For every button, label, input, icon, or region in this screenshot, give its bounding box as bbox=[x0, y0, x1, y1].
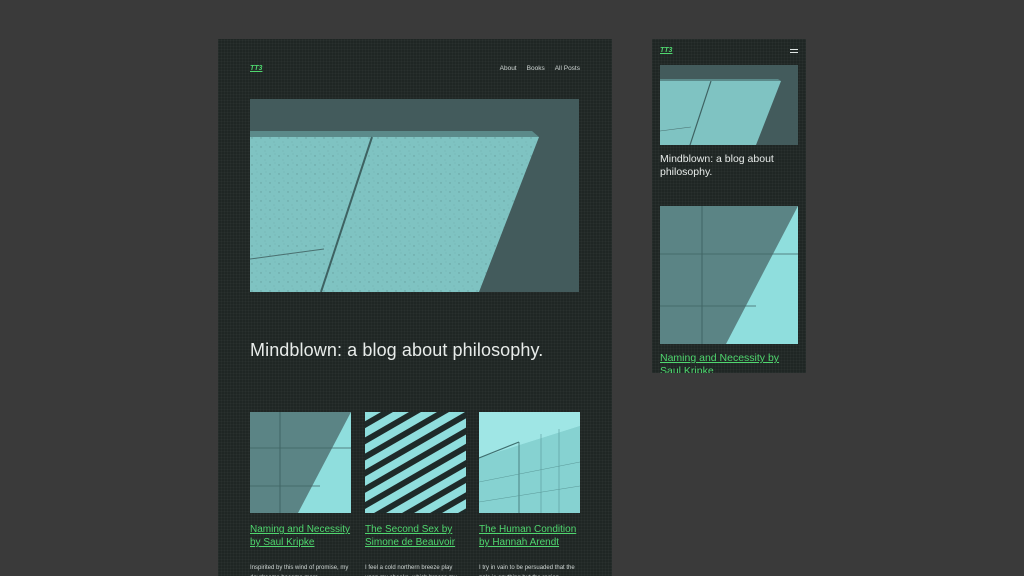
nav-item-all-posts[interactable]: All Posts bbox=[555, 65, 580, 72]
canvas: TT3 About Books All Posts Mindblown: a b… bbox=[0, 0, 1024, 576]
post-excerpt: Inspirited by this wind of promise, my d… bbox=[250, 565, 349, 576]
post-thumbnail[interactable] bbox=[660, 206, 798, 344]
post-card: The Human Condition by Hannah Arendt I t… bbox=[479, 412, 580, 576]
desktop-preview: TT3 About Books All Posts Mindblown: a b… bbox=[218, 39, 612, 576]
post-card: The Second Sex by Simone de Beauvoir I f… bbox=[365, 412, 466, 576]
hamburger-icon[interactable] bbox=[790, 49, 798, 54]
hero-architecture-image bbox=[250, 99, 579, 292]
nav-item-about[interactable]: About bbox=[500, 65, 517, 72]
site-tagline: Mindblown: a blog about philosophy. bbox=[250, 340, 544, 360]
post-thumbnail[interactable] bbox=[479, 412, 580, 513]
post-thumbnail[interactable] bbox=[250, 412, 351, 513]
hero-architecture-image bbox=[660, 65, 798, 145]
post-image-diagonal-wall bbox=[660, 206, 798, 344]
site-tagline: Mindblown: a blog about philosophy. bbox=[660, 153, 774, 178]
hero-image bbox=[250, 99, 579, 292]
nav-item-books[interactable]: Books bbox=[527, 65, 545, 72]
post-image-diagonal-wall bbox=[250, 412, 351, 513]
post-excerpt: I feel a cold northern breeze play upon … bbox=[365, 565, 457, 576]
post-title-link[interactable]: The Human Condition by Hannah Arendt bbox=[479, 523, 580, 549]
post-excerpt: I try in vain to be persuaded that the p… bbox=[479, 565, 575, 576]
post-card: Naming and Necessity by Saul Kripke Insp… bbox=[250, 412, 351, 576]
post-title-link[interactable]: Naming and Necessity by Saul Kripke bbox=[250, 523, 351, 549]
post-title-link[interactable]: Naming and Necessity by Saul Kripke bbox=[660, 352, 800, 373]
post-image-striped-facade bbox=[365, 412, 466, 513]
site-logo[interactable]: TT3 bbox=[660, 47, 672, 54]
post-thumbnail[interactable] bbox=[365, 412, 466, 513]
post-image-glass-building bbox=[479, 412, 580, 513]
main-navigation: About Books All Posts bbox=[500, 65, 580, 72]
hero-image bbox=[660, 65, 798, 145]
mobile-preview: TT3 Mindblown: a blog about philosophy. bbox=[652, 39, 806, 373]
post-title-link[interactable]: The Second Sex by Simone de Beauvoir bbox=[365, 523, 466, 549]
site-logo[interactable]: TT3 bbox=[250, 65, 262, 72]
